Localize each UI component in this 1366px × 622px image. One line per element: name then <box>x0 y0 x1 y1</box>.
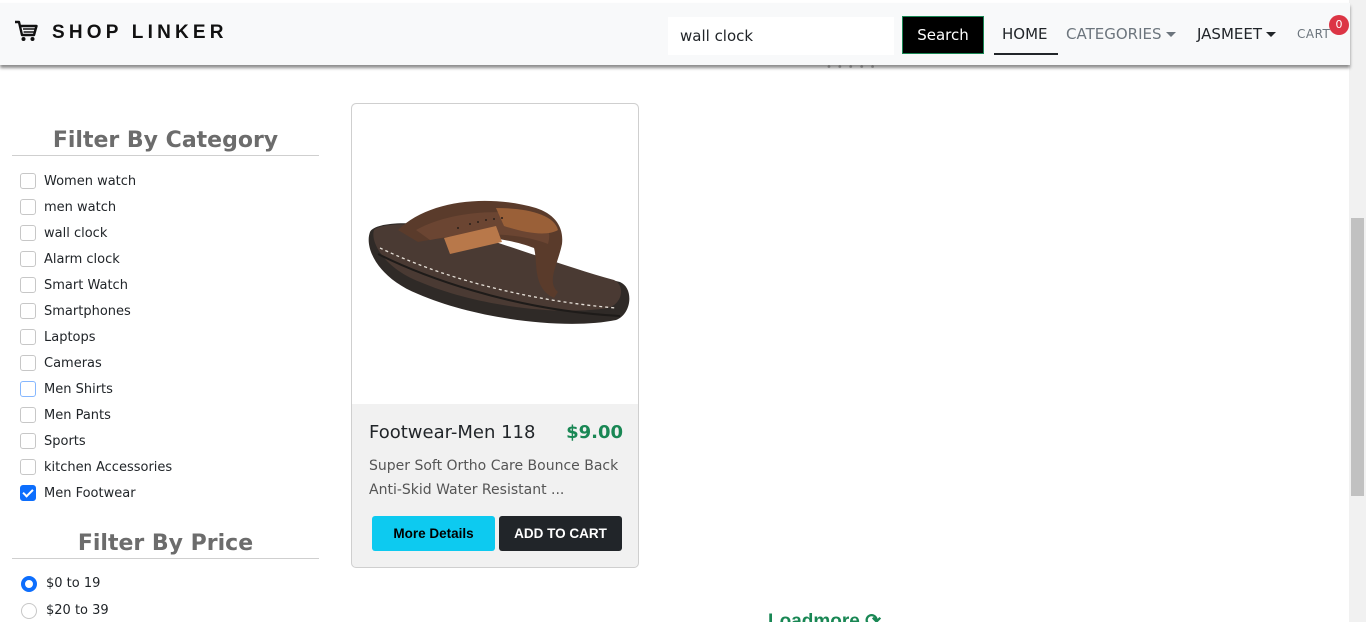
category-filter-item[interactable]: Sports <box>20 428 172 454</box>
checkbox[interactable] <box>20 277 36 293</box>
scrollbar-thumb[interactable] <box>1351 218 1364 496</box>
page: SHOP LINKER Search HOME CATEGORIES JASME… <box>0 0 1366 622</box>
category-filter-item[interactable]: Men Footwear <box>20 480 172 506</box>
category-filter-label: kitchen Accessories <box>44 459 173 475</box>
checkbox[interactable] <box>20 381 36 397</box>
checkbox[interactable] <box>20 433 36 449</box>
search-button[interactable]: Search <box>902 16 984 54</box>
navbar: SHOP LINKER Search HOME CATEGORIES JASME… <box>0 3 1350 65</box>
radio-button[interactable] <box>21 575 37 592</box>
cart-count-badge: 0 <box>1329 15 1349 35</box>
product-name: Footwear-Men 118 <box>369 422 536 443</box>
category-filter-label: Women watch <box>44 173 137 189</box>
price-filter-item[interactable]: $0 to 19 <box>21 570 109 597</box>
category-filter-label: wall clock <box>44 225 108 241</box>
brand-name: SHOP LINKER <box>52 22 228 43</box>
price-filter-item[interactable]: $20 to 39 <box>21 597 109 622</box>
category-filter-item[interactable]: Alarm clock <box>20 246 172 272</box>
radio-button[interactable] <box>21 602 37 619</box>
checkbox[interactable] <box>20 303 36 319</box>
product-description: Super Soft Ortho Care Bounce Back Anti-S… <box>369 458 619 498</box>
loadmore-link[interactable]: Loadmore ⟳ <box>768 610 881 622</box>
refresh-icon: ⟳ <box>865 611 882 622</box>
category-filter-item[interactable]: kitchen Accessories <box>20 454 172 480</box>
caret-down-icon <box>1165 31 1176 37</box>
category-filter-item[interactable]: men watch <box>20 194 172 220</box>
checkbox[interactable] <box>20 329 36 345</box>
category-filter-item[interactable]: Men Shirts <box>20 376 172 402</box>
category-filter-item[interactable]: Smartphones <box>20 298 172 324</box>
nav-user-dropdown[interactable]: JASMEET <box>1197 25 1277 43</box>
checkbox[interactable] <box>20 459 36 475</box>
category-filter-item[interactable]: Men Pants <box>20 402 172 428</box>
category-filter-label: Men Pants <box>44 407 111 423</box>
checkbox[interactable] <box>20 485 36 501</box>
category-filter-item[interactable]: wall clock <box>20 220 172 246</box>
brand[interactable]: SHOP LINKER <box>14 20 228 46</box>
active-nav-indicator <box>994 53 1058 55</box>
category-filter-label: Men Shirts <box>44 381 113 397</box>
price-filter-label: $20 to 39 <box>46 603 109 618</box>
category-filter-label: Men Footwear <box>44 485 136 501</box>
checkbox[interactable] <box>20 355 36 371</box>
checkbox[interactable] <box>20 225 36 241</box>
product-price: $9.00 <box>566 422 623 443</box>
category-filter-label: Smartphones <box>44 303 131 319</box>
more-details-button[interactable]: More Details <box>372 516 495 551</box>
nav-categories-label: CATEGORIES <box>1066 25 1162 43</box>
category-filter-item[interactable]: Smart Watch <box>20 272 172 298</box>
category-filter-label: Smart Watch <box>44 277 128 293</box>
checkbox[interactable] <box>20 251 36 267</box>
product-card: Footwear-Men 118 $9.00 Super Soft Ortho … <box>351 103 639 568</box>
shopping-cart-icon <box>14 20 38 46</box>
search-input[interactable] <box>668 17 894 55</box>
category-filter-item[interactable]: Women watch <box>20 168 172 194</box>
sandal-image <box>368 200 630 324</box>
category-filter-item[interactable]: Cameras <box>20 350 172 376</box>
product-image[interactable] <box>352 104 638 404</box>
nav-user-label: JASMEET <box>1197 25 1263 43</box>
filter-category-title: Filter By Category <box>12 128 319 156</box>
add-to-cart-button[interactable]: ADD TO CART <box>499 516 622 551</box>
filter-price-title: Filter By Price <box>12 531 319 559</box>
category-filter-label: Cameras <box>44 355 102 371</box>
category-filter-label: men watch <box>44 199 117 215</box>
loadmore-label: Loadmore <box>768 611 860 622</box>
category-filter-label: Alarm clock <box>44 251 120 267</box>
price-filter-label: $0 to 19 <box>46 576 101 591</box>
caret-down-icon <box>1266 31 1277 37</box>
category-filter-list: Women watch men watch wall clock Alarm cloc… <box>20 168 172 506</box>
checkbox[interactable] <box>20 199 36 215</box>
nav-cart-link[interactable]: CART <box>1297 27 1330 41</box>
checkbox[interactable] <box>20 407 36 423</box>
category-filter-item[interactable]: Laptops <box>20 324 172 350</box>
nav-home-link[interactable]: HOME <box>1002 25 1048 43</box>
nav-categories-dropdown[interactable]: CATEGORIES <box>1066 25 1176 43</box>
category-filter-label: Sports <box>44 433 86 449</box>
checkbox[interactable] <box>20 173 36 189</box>
category-filter-label: Laptops <box>44 329 96 345</box>
price-filter-list: $0 to 19 $20 to 39 <box>21 570 109 622</box>
